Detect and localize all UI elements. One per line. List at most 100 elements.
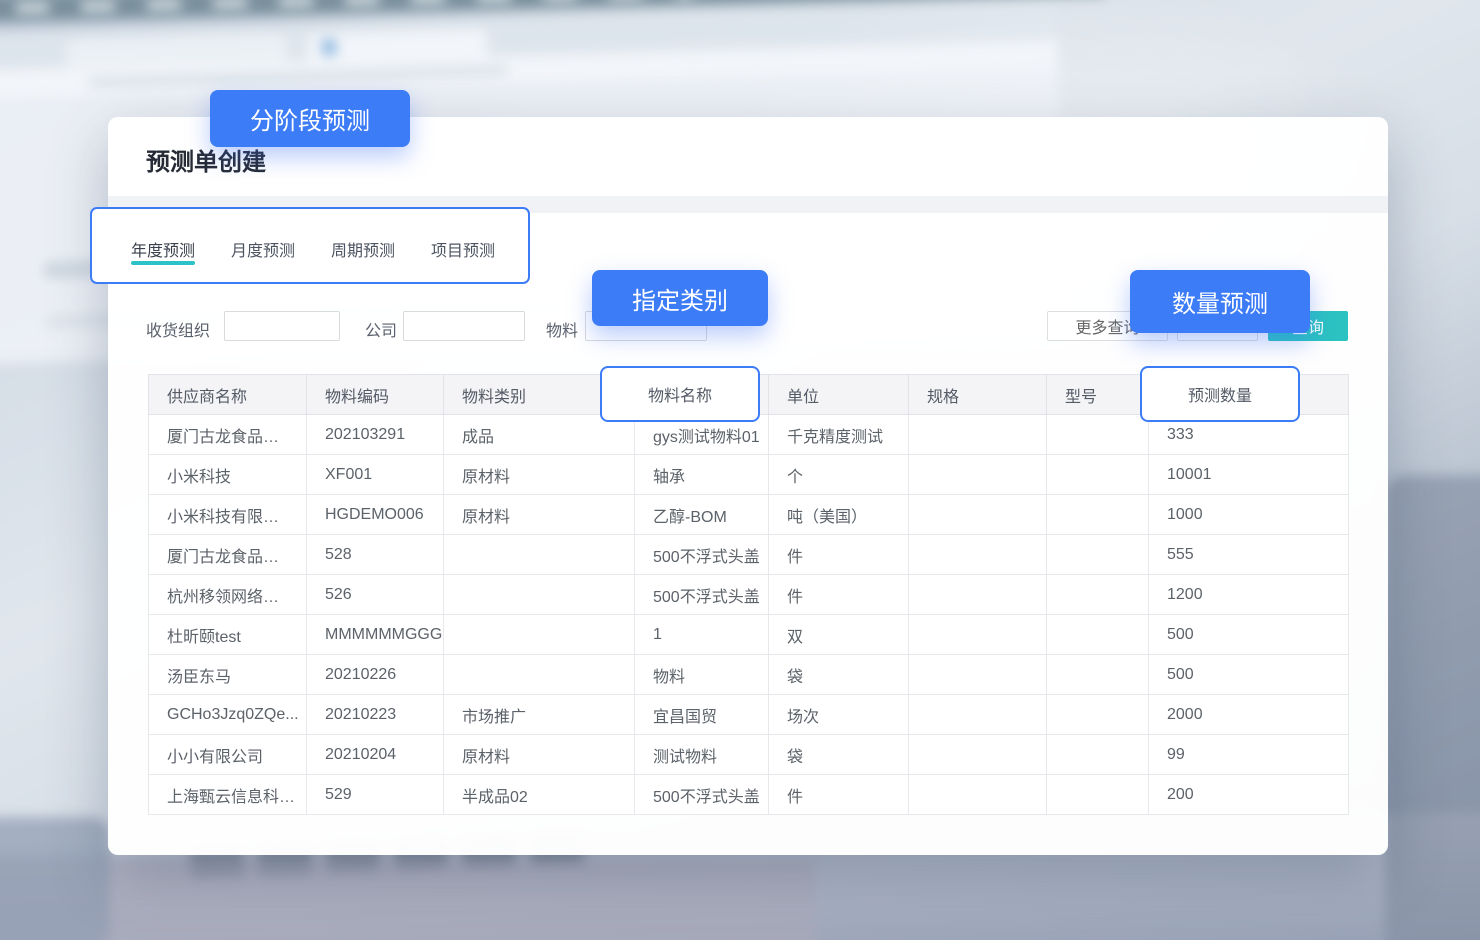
table-cell: 乙醇-BOM: [635, 495, 769, 535]
table-cell: 千克精度测试: [769, 415, 909, 455]
forecast-qty-highlight-box: 预测数量: [1140, 366, 1300, 422]
table-cell: 测试物料: [635, 735, 769, 775]
table-cell: 袋: [769, 655, 909, 695]
table-row[interactable]: 杜昕颐testMMMMMMGGG 1双 500: [149, 615, 1349, 655]
column-header: 单位: [769, 375, 909, 415]
table-cell: 原材料: [444, 455, 635, 495]
table-cell: 杭州移领网络…: [149, 575, 307, 615]
table-cell: 99: [1149, 735, 1349, 775]
table-cell: HGDEMO006: [307, 495, 444, 535]
table-cell: 原材料: [444, 495, 635, 535]
table-cell: 原材料: [444, 735, 635, 775]
receiving-org-input[interactable]: [224, 311, 340, 341]
table-cell: 1000: [1149, 495, 1349, 535]
company-input[interactable]: [403, 311, 525, 341]
table-row[interactable]: 杭州移领网络…526500不浮式头盖件1200: [149, 575, 1349, 615]
table-cell: 厦门古龙食品…: [149, 535, 307, 575]
table-cell: 半成品02: [444, 775, 635, 815]
specify-category-callout: 指定类别: [592, 270, 768, 326]
table-cell: 1: [635, 615, 769, 655]
table-cell: 202103291: [307, 415, 444, 455]
table-cell: [1047, 575, 1149, 615]
table-cell: 500: [1149, 615, 1349, 655]
column-header: 物料编码: [307, 375, 444, 415]
tab-label: 周期预测: [331, 243, 395, 260]
table-cell: 小米科技: [149, 455, 307, 495]
table-cell: 20210226: [307, 655, 444, 695]
table-cell: [909, 495, 1047, 535]
active-tab-underline: [131, 261, 195, 265]
table-cell: 555: [1149, 535, 1349, 575]
table-cell: [444, 575, 635, 615]
table-cell: 500不浮式头盖: [635, 535, 769, 575]
table-cell: 529: [307, 775, 444, 815]
table-cell: 20210204: [307, 735, 444, 775]
table-cell: 袋: [769, 735, 909, 775]
table-cell: 宜昌国贸: [635, 695, 769, 735]
table-row[interactable]: GCHo3Jzq0ZQe...20210223市场推广宜昌国贸场次2000: [149, 695, 1349, 735]
column-header: 型号: [1047, 375, 1149, 415]
table-cell: 双: [769, 615, 909, 655]
column-header: 供应商名称: [149, 375, 307, 415]
company-label: 公司: [365, 317, 397, 341]
table-cell: 10001: [1149, 455, 1349, 495]
table-cell: [1047, 655, 1149, 695]
table-row[interactable]: 小米科技XF001原材料轴承个10001: [149, 455, 1349, 495]
table-cell: [909, 615, 1047, 655]
table-cell: MMMMMMGGG: [307, 615, 444, 655]
table-cell: GCHo3Jzq0ZQe...: [149, 695, 307, 735]
table-cell: 500不浮式头盖: [635, 575, 769, 615]
table-cell: 上海甄云信息科…: [149, 775, 307, 815]
material-label: 物料: [546, 317, 578, 341]
table-cell: [1047, 735, 1149, 775]
staged-forecast-callout: 分阶段预测: [210, 90, 410, 147]
tab-item[interactable]: 月度预测: [230, 237, 296, 261]
table-row[interactable]: 厦门古龙食品…528 500不浮式头盖件 555: [149, 535, 1349, 575]
screenshot-stage: 预测单创建 年度预测月度预测周期预测项目预测 收货组织 公司 物料 更多查询 查…: [0, 0, 1480, 940]
tab-label: 年度预测: [131, 243, 195, 260]
table-cell: [909, 535, 1047, 575]
table-cell: 小小有限公司: [149, 735, 307, 775]
quantity-forecast-callout: 数量预测: [1130, 270, 1310, 333]
table-cell: 2000: [1149, 695, 1349, 735]
table-cell: 528: [307, 535, 444, 575]
table-cell: 500不浮式头盖: [635, 775, 769, 815]
table-cell: 500: [1149, 655, 1349, 695]
table-row[interactable]: 小米科技有限…HGDEMO006原材料乙醇-BOM吨（美国）1000: [149, 495, 1349, 535]
table-cell: 轴承: [635, 455, 769, 495]
tab-item[interactable]: 项目预测: [430, 237, 496, 261]
tab-list: 年度预测 月度预测 周期预测 项目预测: [90, 207, 530, 284]
table-cell: 1200: [1149, 575, 1349, 615]
table-cell: 200: [1149, 775, 1349, 815]
table-cell: [909, 415, 1047, 455]
tab-label: 项目预测: [431, 243, 495, 260]
tab-item[interactable]: 年度预测: [130, 237, 196, 261]
table-cell: 市场推广: [444, 695, 635, 735]
column-header: 规格: [909, 375, 1047, 415]
table-cell: 物料: [635, 655, 769, 695]
table-cell: [1047, 615, 1149, 655]
table-row[interactable]: 上海甄云信息科…529半成品02500不浮式头盖件200: [149, 775, 1349, 815]
table-cell: 杜昕颐test: [149, 615, 307, 655]
table-cell: [1047, 415, 1149, 455]
table-cell: [444, 535, 635, 575]
table-cell: [909, 575, 1047, 615]
page-title: 预测单创建: [146, 142, 266, 177]
table-cell: 小米科技有限…: [149, 495, 307, 535]
table-cell: [1047, 695, 1149, 735]
table-cell: [909, 775, 1047, 815]
table-cell: [909, 455, 1047, 495]
table-cell: [1047, 535, 1149, 575]
table-cell: [1047, 455, 1149, 495]
table-row[interactable]: 小小有限公司20210204原材料测试物料袋 99: [149, 735, 1349, 775]
tab-item[interactable]: 周期预测: [330, 237, 396, 261]
tab-label: 月度预测: [231, 243, 295, 260]
table-cell: [909, 735, 1047, 775]
table-cell: 件: [769, 535, 909, 575]
table-row[interactable]: 汤臣东马20210226 物料袋 500: [149, 655, 1349, 695]
table-cell: 汤臣东马: [149, 655, 307, 695]
table-cell: [444, 655, 635, 695]
table-cell: 个: [769, 455, 909, 495]
table-cell: [1047, 775, 1149, 815]
table-cell: 件: [769, 575, 909, 615]
